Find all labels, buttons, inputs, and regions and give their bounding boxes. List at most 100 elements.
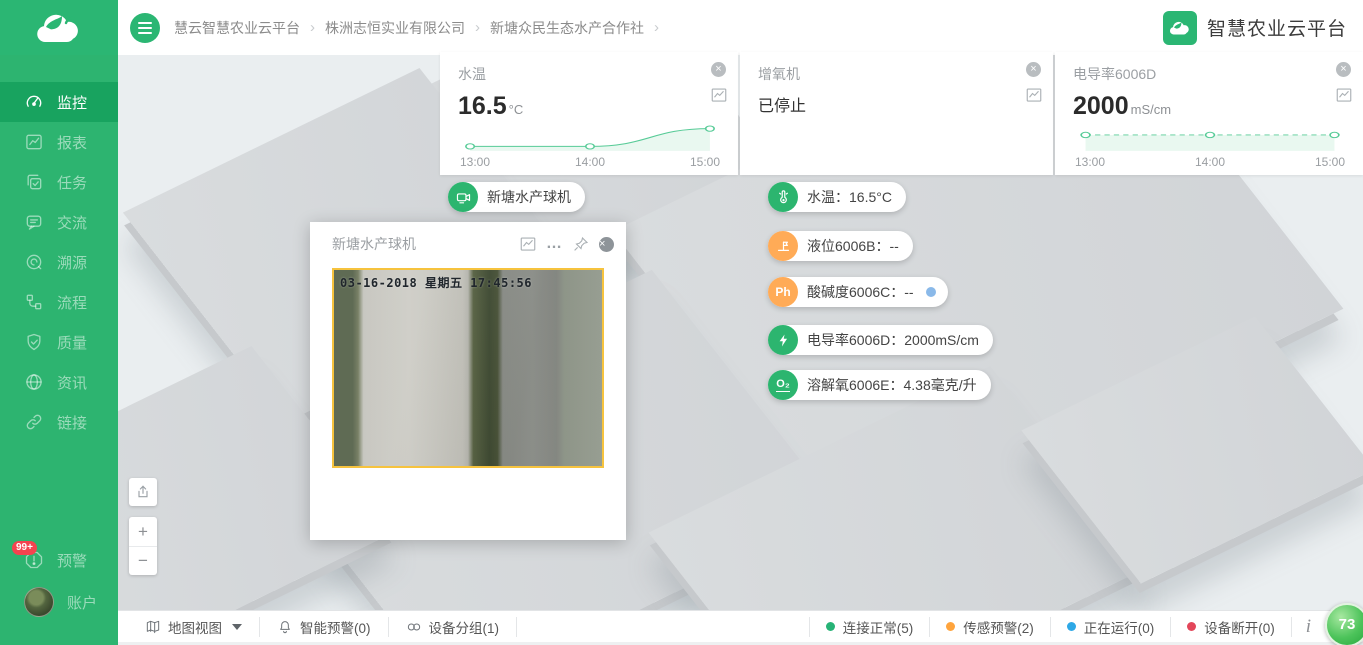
pin-button[interactable] xyxy=(572,235,590,253)
zoom-in-button[interactable]: + xyxy=(129,517,157,547)
share-export-icon xyxy=(135,484,151,500)
sidebar-item-chat[interactable]: 交流 xyxy=(0,202,118,242)
map-view-label: 地图视图 xyxy=(168,617,222,637)
card-water-temp: 水温 16.5 °C 13:0014:0015:00 xyxy=(440,52,738,175)
score-widget-anchor: 73 xyxy=(1317,617,1363,637)
open-chart-button[interactable] xyxy=(1335,86,1353,109)
card-title: 电导率6006D xyxy=(1073,64,1347,84)
oxygen-icon: O₂ xyxy=(768,370,798,400)
camera-popup-title: 新塘水产球机 xyxy=(332,234,510,254)
status-dot-icon xyxy=(926,287,936,297)
sensor-pill-label: 电导率6006D：2000mS/cm xyxy=(798,330,993,350)
app-logo xyxy=(0,0,118,55)
sidebar-item-links[interactable]: 链接 xyxy=(0,402,118,442)
trace-icon xyxy=(24,252,44,272)
device-marker-label: 新塘水产球机 xyxy=(478,187,585,207)
open-chart-button[interactable] xyxy=(710,86,728,109)
sensor-pill-conductivity[interactable]: 电导率6006D：2000mS/cm xyxy=(768,325,993,355)
report-chart-icon xyxy=(24,132,44,152)
brand-logo-icon xyxy=(1163,11,1197,45)
open-chart-button[interactable] xyxy=(1025,86,1043,109)
zoom-out-button[interactable]: − xyxy=(129,547,157,576)
line-chart-icon xyxy=(1025,86,1043,104)
sparkline-time-axis: 13:0014:0015:00 xyxy=(1073,154,1347,169)
card-unit: °C xyxy=(509,102,524,117)
user-avatar xyxy=(24,587,54,617)
sidebar-item-account[interactable]: 账户 xyxy=(0,581,118,623)
blue-dot-icon xyxy=(1067,622,1076,631)
smart-alerts-button[interactable]: 智能预警(0) xyxy=(260,617,389,637)
card-status-value: 已停止 xyxy=(758,92,806,116)
sensor-pill-water-temp[interactable]: 水温：16.5°C xyxy=(768,182,906,212)
lightning-bolt-icon xyxy=(768,325,798,355)
card-unit: mS/cm xyxy=(1131,102,1171,117)
camera-icon xyxy=(448,182,478,212)
globe-icon xyxy=(24,372,44,392)
sidebar-item-quality[interactable]: 质量 xyxy=(0,322,118,362)
card-aerator: 增氧机 已停止 xyxy=(740,52,1053,175)
hide-card-button[interactable] xyxy=(711,62,726,77)
cloud-leaf-icon xyxy=(33,10,85,46)
sidebar-item-tasks[interactable]: 任务 xyxy=(0,162,118,202)
info-icon: i xyxy=(1291,617,1317,637)
sparkline-time-axis: 13:0014:0015:00 xyxy=(458,154,722,169)
sidebar-item-label: 报表 xyxy=(57,132,87,153)
map-view-selector[interactable]: 地图视图 xyxy=(128,617,260,637)
status-running[interactable]: 正在运行(0) xyxy=(1050,617,1171,637)
sidebar-item-reports[interactable]: 报表 xyxy=(0,122,118,162)
export-view-button[interactable] xyxy=(129,478,157,506)
more-options-button[interactable]: … xyxy=(546,239,563,249)
breadcrumb-item-company[interactable]: 株洲志恒实业有限公司 xyxy=(325,18,465,38)
camera-video-feed: 03-16-2018 星期五 17:45:56 xyxy=(332,268,604,468)
status-disconnected[interactable]: 设备断开(0) xyxy=(1170,617,1291,637)
sensor-pill-ph[interactable]: Ph 酸碱度6006C：-- xyxy=(768,277,948,307)
sidebar-item-label: 预警 xyxy=(57,550,87,571)
alert-count-badge: 99+ xyxy=(12,541,37,555)
red-dot-icon xyxy=(1187,622,1196,631)
hide-card-button[interactable] xyxy=(1336,62,1351,77)
card-conductivity: 电导率6006D 2000 mS/cm 13:0014:0015:00 xyxy=(1055,52,1363,175)
hamburger-menu-button[interactable] xyxy=(130,13,160,43)
sidebar-item-flow[interactable]: 流程 xyxy=(0,282,118,322)
status-sensor-warning[interactable]: 传感预警(2) xyxy=(929,617,1050,637)
chat-icon xyxy=(24,212,44,232)
hide-card-button[interactable] xyxy=(1026,62,1041,77)
gauge-icon xyxy=(24,92,44,112)
breadcrumb-item-site[interactable]: 新塘众民生态水产合作社 xyxy=(490,18,644,38)
sidebar-item-label: 资讯 xyxy=(57,372,87,393)
chevron-right-icon xyxy=(310,19,315,36)
device-groups-label: 设备分组(1) xyxy=(429,617,500,637)
sensor-pill-dissolved-oxygen[interactable]: O₂ 溶解氧6006E：4.38毫克/升 xyxy=(768,370,991,400)
status-label: 设备断开(0) xyxy=(1204,617,1275,637)
camera-popup: 新塘水产球机 … 03-16-2018 星期五 17:45:56 xyxy=(310,222,626,540)
close-popup-button[interactable] xyxy=(599,237,614,252)
sensor-pill-label: 液位6006B：-- xyxy=(798,236,913,256)
conductivity-sparkline xyxy=(1073,121,1347,154)
camera-popup-header: 新塘水产球机 … xyxy=(310,222,626,266)
sidebar-item-trace[interactable]: 溯源 xyxy=(0,242,118,282)
sidebar: 监控 报表 任务 交流 溯源 流程 质量 资讯 xyxy=(0,0,118,645)
link-icon xyxy=(24,412,44,432)
chevron-right-icon xyxy=(475,19,480,36)
device-marker-camera[interactable]: 新塘水产球机 xyxy=(448,182,585,212)
sensor-pill-level[interactable]: 液位6006B：-- xyxy=(768,231,913,261)
line-chart-icon xyxy=(519,235,537,253)
card-title: 增氧机 xyxy=(758,64,1037,84)
breadcrumb-item-platform[interactable]: 慧云智慧农业云平台 xyxy=(174,18,300,38)
sidebar-item-alerts[interactable]: 99+ 预警 xyxy=(0,539,118,581)
status-label: 正在运行(0) xyxy=(1084,617,1155,637)
pin-icon xyxy=(572,235,590,253)
history-chart-button[interactable] xyxy=(519,235,537,253)
breadcrumb: 慧云智慧农业云平台 株洲志恒实业有限公司 新塘众民生态水产合作社 xyxy=(174,18,1163,38)
sidebar-item-label: 溯源 xyxy=(57,252,87,273)
sidebar-item-news[interactable]: 资讯 xyxy=(0,362,118,402)
sidebar-item-monitor[interactable]: 监控 xyxy=(0,82,118,122)
device-groups-button[interactable]: 设备分组(1) xyxy=(389,617,518,637)
sidebar-bottom: 99+ 预警 账户 xyxy=(0,539,118,623)
thermometer-icon xyxy=(768,182,798,212)
card-value: 2000 xyxy=(1073,92,1129,121)
level-gauge-icon xyxy=(768,231,798,261)
status-connected[interactable]: 连接正常(5) xyxy=(809,617,930,637)
brand: 智慧农业云平台 xyxy=(1163,11,1347,45)
score-badge[interactable]: 73 xyxy=(1325,603,1363,645)
